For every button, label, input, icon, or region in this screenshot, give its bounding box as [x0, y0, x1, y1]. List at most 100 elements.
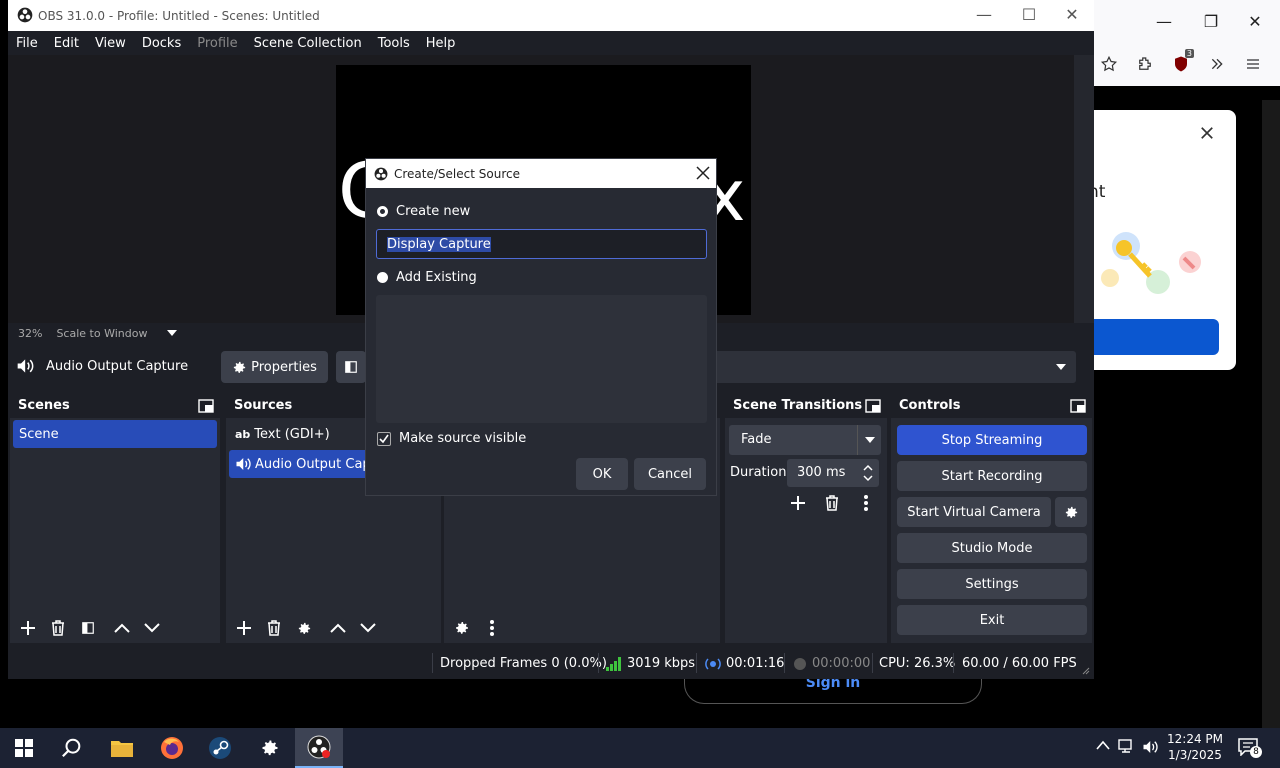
browser-restore-button[interactable]: ❐ [1191, 2, 1231, 42]
scene-item[interactable]: Scene [13, 420, 217, 448]
audio-device-select[interactable] [708, 351, 1076, 383]
extension-badge: 3 [1184, 49, 1194, 58]
properties-button[interactable]: Properties [221, 351, 328, 383]
scene-filters-button[interactable] [74, 615, 102, 641]
scene-move-down-button[interactable] [138, 615, 166, 641]
create-new-radio[interactable] [377, 206, 388, 217]
firefox-button[interactable] [148, 728, 196, 768]
system-clock[interactable]: 12:24 PM 1/3/2025 [1158, 731, 1232, 763]
obs-minimize-button[interactable]: — [964, 0, 1004, 35]
filter-icon [82, 622, 94, 634]
mixer-settings-button[interactable] [448, 615, 476, 641]
chevron-down-icon [360, 623, 376, 633]
scale-dropdown-icon[interactable] [167, 330, 178, 336]
menu-tools[interactable]: Tools [370, 36, 418, 51]
sources-toolbar [226, 613, 441, 643]
obs-logo-icon [374, 167, 388, 180]
start-recording-button[interactable]: Start Recording [897, 461, 1087, 491]
studio-mode-button[interactable]: Studio Mode [897, 533, 1087, 563]
duration-spinbox[interactable]: 300 ms [787, 459, 879, 487]
cancel-button[interactable]: Cancel [634, 458, 706, 490]
chevron-right-double-icon[interactable] [1202, 49, 1232, 79]
popup-close-icon[interactable] [1198, 124, 1216, 142]
undock-icon[interactable] [198, 398, 214, 413]
kebab-menu-icon [864, 495, 868, 511]
scenes-title: Scenes [18, 398, 70, 413]
exit-button[interactable]: Exit [897, 605, 1087, 635]
sources-title: Sources [234, 398, 293, 413]
source-name-input[interactable]: Display Capture [376, 229, 707, 259]
ublock-shield-icon[interactable]: 3 [1166, 49, 1196, 79]
duration-value: 300 ms [797, 465, 846, 480]
record-dot-icon [794, 657, 806, 670]
file-explorer-button[interactable] [98, 728, 146, 768]
browser-scrollbar[interactable] [1262, 100, 1280, 728]
chevron-up-icon [1096, 740, 1110, 750]
virtual-camera-settings-button[interactable] [1055, 497, 1087, 527]
menu-view[interactable]: View [87, 36, 134, 51]
mixer-menu-button[interactable] [478, 615, 506, 641]
show-hidden-icons-button[interactable] [1096, 740, 1110, 750]
stream-time-indicator: 00:01:16 [705, 656, 784, 671]
menu-file[interactable]: File [8, 36, 46, 51]
network-icon[interactable] [1118, 739, 1136, 755]
menu-docks[interactable]: Docks [134, 36, 189, 51]
notification-center-button[interactable]: 8 [1238, 738, 1262, 760]
steam-button[interactable] [196, 728, 244, 768]
add-existing-option[interactable]: Add Existing [377, 270, 477, 285]
scale-mode-select[interactable]: Scale to Window [56, 327, 147, 340]
start-button[interactable] [0, 728, 48, 768]
dialog-close-button[interactable] [696, 166, 710, 180]
notification-count: 8 [1250, 746, 1262, 758]
make-visible-option[interactable]: Make source visible [377, 431, 526, 446]
add-source-button[interactable] [230, 615, 258, 641]
menu-edit[interactable]: Edit [46, 36, 87, 51]
scenes-dock: Scenes Scene [10, 393, 220, 643]
hamburger-menu-icon[interactable] [1238, 49, 1268, 79]
settings-button[interactable]: Settings [897, 569, 1087, 599]
obs-maximize-button[interactable]: ☐ [1009, 0, 1049, 35]
windows-logo-icon [15, 739, 33, 757]
bookmark-star-icon[interactable] [1094, 49, 1124, 79]
properties-label: Properties [251, 359, 317, 375]
folder-icon [111, 741, 133, 757]
ok-button[interactable]: OK [576, 458, 628, 490]
make-visible-checkbox[interactable] [377, 431, 391, 446]
add-transition-button[interactable] [784, 490, 812, 516]
obs-taskbar-button[interactable] [295, 728, 343, 768]
spin-arrows-icon [863, 464, 873, 482]
filters-button[interactable] [336, 351, 366, 383]
browser-minimize-button[interactable]: — [1144, 2, 1184, 42]
remove-transition-button[interactable] [818, 490, 846, 516]
trash-icon [268, 620, 280, 636]
source-move-up-button[interactable] [324, 615, 352, 641]
add-scene-button[interactable] [14, 615, 42, 641]
record-time: 00:00:00 [812, 656, 871, 671]
menu-help[interactable]: Help [418, 36, 464, 51]
stop-streaming-button[interactable]: Stop Streaming [897, 425, 1087, 455]
source-properties-button[interactable] [290, 615, 318, 641]
undock-icon[interactable] [865, 398, 881, 413]
transition-menu-button[interactable] [852, 490, 880, 516]
create-new-option[interactable]: Create new [377, 204, 470, 219]
browser-close-button[interactable]: ✕ [1235, 2, 1275, 42]
existing-sources-list[interactable] [376, 295, 707, 423]
transition-type-select[interactable]: Fade [729, 425, 881, 455]
extensions-puzzle-icon[interactable] [1130, 49, 1160, 79]
source-move-down-button[interactable] [354, 615, 382, 641]
popup-primary-button[interactable] [1094, 319, 1219, 355]
preview-scrollbar[interactable] [1074, 55, 1094, 323]
scene-move-up-button[interactable] [108, 615, 136, 641]
search-button[interactable] [48, 728, 96, 768]
start-virtual-camera-button[interactable]: Start Virtual Camera [897, 497, 1051, 527]
close-icon [696, 166, 710, 180]
menu-scene-collection[interactable]: Scene Collection [246, 36, 370, 51]
settings-app-button[interactable] [246, 728, 294, 768]
remove-scene-button[interactable] [44, 615, 72, 641]
undock-icon[interactable] [1070, 398, 1086, 413]
obs-close-button[interactable]: ✕ [1052, 0, 1092, 35]
remove-source-button[interactable] [260, 615, 288, 641]
add-existing-radio[interactable] [377, 272, 388, 283]
zoom-level: 32% [18, 326, 43, 340]
menu-profile[interactable]: Profile [189, 36, 245, 51]
